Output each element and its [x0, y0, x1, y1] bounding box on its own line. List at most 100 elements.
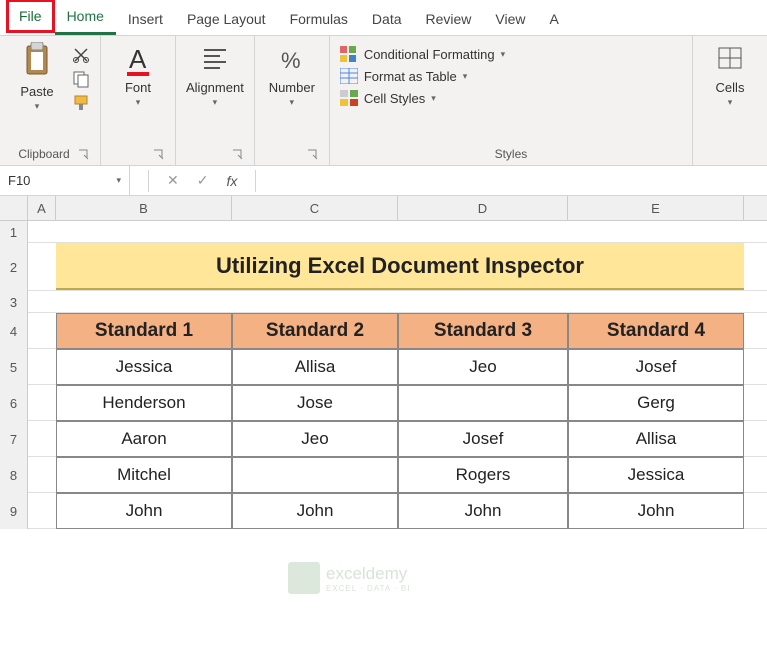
- clipboard-group-label: Clipboard: [10, 145, 78, 161]
- cell[interactable]: [398, 221, 568, 243]
- dialog-launcher-icon[interactable]: [78, 149, 90, 161]
- cell[interactable]: [28, 385, 56, 421]
- row-header[interactable]: 7: [0, 421, 28, 457]
- tab-review[interactable]: Review: [414, 3, 484, 35]
- cell[interactable]: [28, 421, 56, 457]
- row-header[interactable]: 3: [0, 291, 28, 313]
- cell[interactable]: [398, 291, 568, 313]
- dialog-launcher-icon[interactable]: [153, 149, 165, 161]
- col-header-b[interactable]: B: [56, 196, 232, 220]
- cell[interactable]: [56, 221, 232, 243]
- table-icon: [340, 68, 358, 84]
- enter-icon[interactable]: ✓: [197, 172, 209, 189]
- row-header[interactable]: 8: [0, 457, 28, 493]
- table-cell[interactable]: [398, 385, 568, 421]
- dialog-launcher-icon[interactable]: [307, 149, 319, 161]
- table-cell[interactable]: Henderson: [56, 385, 232, 421]
- cell[interactable]: [28, 349, 56, 385]
- table-cell[interactable]: Mitchel: [56, 457, 232, 493]
- select-all-corner[interactable]: [0, 196, 28, 220]
- cell[interactable]: [28, 243, 56, 291]
- cond-format-label: Conditional Formatting: [364, 47, 495, 62]
- dialog-launcher-icon[interactable]: [232, 149, 244, 161]
- group-styles: Conditional Formatting ▾ Format as Table…: [330, 36, 693, 165]
- cell-styles-icon: [340, 90, 358, 106]
- cell[interactable]: [568, 221, 744, 243]
- row-1: 1: [0, 221, 767, 243]
- cancel-icon[interactable]: ✕: [167, 172, 179, 189]
- table-cell[interactable]: Gerg: [568, 385, 744, 421]
- tab-insert[interactable]: Insert: [116, 3, 175, 35]
- tab-data[interactable]: Data: [360, 3, 414, 35]
- tab-formulas[interactable]: Formulas: [278, 3, 360, 35]
- fx-icon[interactable]: fx: [226, 173, 237, 189]
- copy-icon[interactable]: [72, 70, 90, 88]
- cell[interactable]: [232, 221, 398, 243]
- table-cell[interactable]: Rogers: [398, 457, 568, 493]
- table-header[interactable]: Standard 1: [56, 313, 232, 349]
- table-cell[interactable]: [232, 457, 398, 493]
- title-cell[interactable]: Utilizing Excel Document Inspector: [56, 243, 744, 290]
- column-headers: A B C D E: [0, 196, 767, 221]
- cell[interactable]: [28, 493, 56, 529]
- group-number: % Number ▾: [255, 36, 330, 165]
- row-header[interactable]: 6: [0, 385, 28, 421]
- tab-more[interactable]: A: [538, 3, 571, 35]
- table-header[interactable]: Standard 2: [232, 313, 398, 349]
- conditional-formatting-button[interactable]: Conditional Formatting ▾: [340, 46, 505, 62]
- col-header-a[interactable]: A: [28, 196, 56, 220]
- table-cell[interactable]: Allisa: [568, 421, 744, 457]
- table-header[interactable]: Standard 3: [398, 313, 568, 349]
- table-cell[interactable]: John: [568, 493, 744, 529]
- table-cell[interactable]: John: [56, 493, 232, 529]
- tab-page-layout[interactable]: Page Layout: [175, 3, 278, 35]
- table-cell[interactable]: John: [398, 493, 568, 529]
- row-header[interactable]: 1: [0, 221, 28, 243]
- tab-home[interactable]: Home: [55, 0, 116, 35]
- col-header-d[interactable]: D: [398, 196, 568, 220]
- cell[interactable]: [28, 313, 56, 349]
- col-header-e[interactable]: E: [568, 196, 744, 220]
- cells-button[interactable]: Cells ▾: [703, 42, 757, 108]
- table-cell[interactable]: Jessica: [56, 349, 232, 385]
- row-2: 2 Utilizing Excel Document Inspector: [0, 243, 767, 291]
- table-header[interactable]: Standard 4: [568, 313, 744, 349]
- paste-button[interactable]: Paste ▾: [10, 42, 64, 112]
- paste-label: Paste: [20, 84, 53, 99]
- cell[interactable]: [568, 291, 744, 313]
- alignment-button[interactable]: Alignment ▾: [186, 42, 244, 108]
- font-button[interactable]: A Font ▾: [111, 42, 165, 108]
- table-cell[interactable]: Jeo: [232, 421, 398, 457]
- cell[interactable]: [28, 221, 56, 243]
- cell-styles-button[interactable]: Cell Styles ▾: [340, 90, 505, 106]
- table-cell[interactable]: Aaron: [56, 421, 232, 457]
- table-cell[interactable]: Allisa: [232, 349, 398, 385]
- table-cell[interactable]: Jose: [232, 385, 398, 421]
- table-cell[interactable]: John: [232, 493, 398, 529]
- table-cell[interactable]: Josef: [568, 349, 744, 385]
- cell[interactable]: [28, 291, 56, 313]
- format-table-label: Format as Table: [364, 69, 457, 84]
- tab-view[interactable]: View: [483, 3, 537, 35]
- name-box[interactable]: F10 ▾: [0, 166, 130, 195]
- row-4: 4 Standard 1 Standard 2 Standard 3 Stand…: [0, 313, 767, 349]
- row-header[interactable]: 5: [0, 349, 28, 385]
- col-header-c[interactable]: C: [232, 196, 398, 220]
- number-button[interactable]: % Number ▾: [265, 42, 319, 108]
- format-painter-icon[interactable]: [72, 94, 90, 112]
- table-cell[interactable]: Josef: [398, 421, 568, 457]
- row-header[interactable]: 9: [0, 493, 28, 529]
- table-cell[interactable]: Jessica: [568, 457, 744, 493]
- cut-icon[interactable]: [72, 46, 90, 64]
- spreadsheet: A B C D E 1 2 Utilizing Excel Document I…: [0, 196, 767, 529]
- row-header[interactable]: 4: [0, 313, 28, 349]
- name-box-value: F10: [8, 173, 30, 188]
- row-header[interactable]: 2: [0, 243, 28, 291]
- table-cell[interactable]: Jeo: [398, 349, 568, 385]
- tab-file[interactable]: File: [6, 0, 55, 33]
- format-as-table-button[interactable]: Format as Table ▾: [340, 68, 505, 84]
- cell[interactable]: [28, 457, 56, 493]
- ribbon: Paste ▾ Clipboard A Font ▾: [0, 36, 767, 166]
- cell[interactable]: [56, 291, 232, 313]
- cell[interactable]: [232, 291, 398, 313]
